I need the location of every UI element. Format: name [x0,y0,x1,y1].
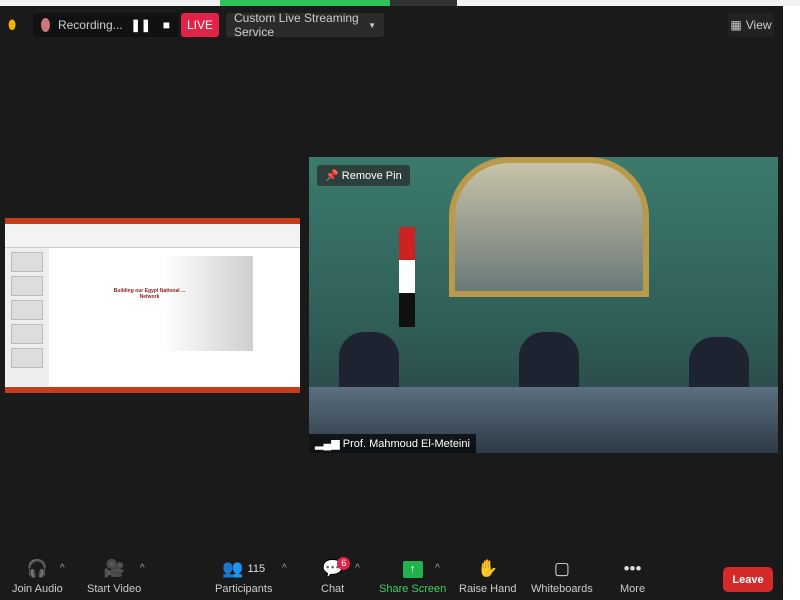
leave-button[interactable]: Leave [723,567,773,592]
recording-indicator: Recording... ❚❚ ■ [33,13,178,37]
view-label: View [745,18,772,32]
slide-title: Building our Egypt National ... Network [113,288,186,300]
share-screen-icon: ↑ [402,560,423,578]
recording-icon [41,18,50,32]
stop-icon[interactable]: ■ [163,18,170,32]
slide-canvas: Building our Egypt National ... Network [103,256,253,351]
chat-badge: 6 [337,557,351,570]
participants-button[interactable]: 👥 115 Participants [215,555,272,595]
start-video-button[interactable]: 🎥 Start Video [87,555,141,595]
shared-screen: Building our Egypt National ... Network [5,218,300,393]
participant-count: 115 [247,563,266,575]
hand-icon: ✋ [477,559,499,578]
remove-pin-button[interactable]: 📌 Remove Pin [317,165,410,186]
pinned-video[interactable]: 📌 Remove Pin ▂▄▆ Prof. Mahmoud El-Metein… [309,157,778,453]
flag [399,227,415,327]
recording-label: Recording... [57,18,123,32]
share-screen-button[interactable]: ↑ Share Screen [379,555,446,595]
more-icon: ••• [623,559,642,578]
raise-hand-button[interactable]: ✋ Raise Hand [459,555,516,595]
chat-icon: 💬 6 [322,555,351,583]
chat-button[interactable]: 💬 6 Chat [321,555,351,595]
signal-icon: ▂▄▆ [315,438,343,450]
participants-options-caret[interactable]: ^ [282,563,287,574]
pin-icon: 📌 [325,170,342,182]
side-panel [783,6,800,600]
meeting-toolbar: 🎧 Join Audio ^ 🎥 Start Video ^ 👥 115 Partici… [0,555,783,600]
view-button[interactable]: ▦ View [728,13,774,37]
shield-icon[interactable]: ⬮ [8,13,22,37]
headphones-icon: 🎧 [26,559,48,578]
pause-icon[interactable]: ❚❚ [131,18,151,32]
chat-options-caret[interactable]: ^ [355,563,360,574]
video-off-icon: 🎥 [103,559,125,578]
audio-options-caret[interactable]: ^ [60,563,65,574]
grid-icon: ▦ [730,18,742,32]
chevron-down-icon: ▼ [368,20,376,30]
slide-thumbnails [5,248,49,386]
stream-service-label: Custom Live Streaming Service [234,11,359,39]
more-button[interactable]: ••• More [620,555,645,595]
participants-icon: 👥 115 [222,559,266,578]
whiteboard-icon: ▢ [553,559,570,578]
whiteboards-button[interactable]: ▢ Whiteboards [531,555,593,595]
speaker-name: ▂▄▆ Prof. Mahmoud El-Meteini [309,434,476,453]
live-badge: LIVE [181,13,219,37]
video-options-caret[interactable]: ^ [140,563,145,574]
join-audio-button[interactable]: 🎧 Join Audio [12,555,63,595]
share-options-caret[interactable]: ^ [435,563,440,574]
stream-service-dropdown[interactable]: Custom Live Streaming Service ▼ [226,11,384,39]
